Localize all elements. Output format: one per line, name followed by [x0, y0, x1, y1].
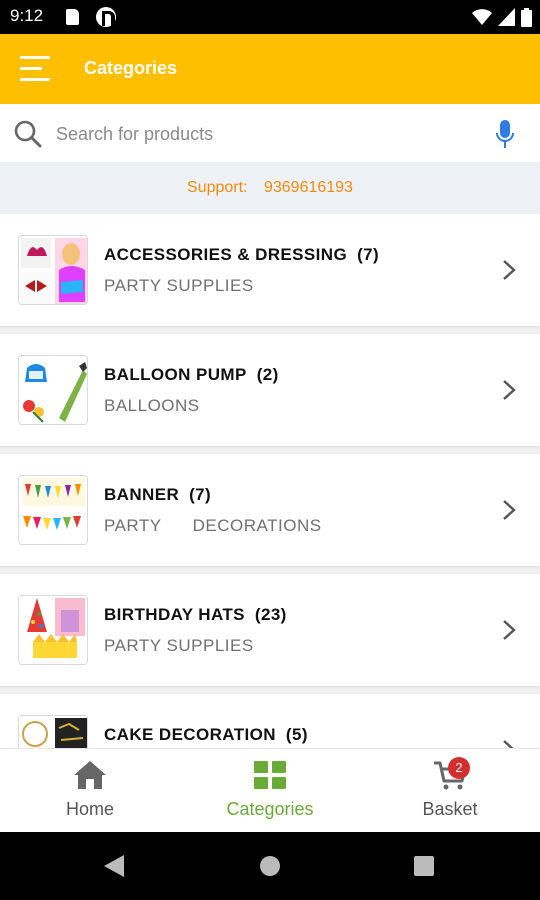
category-name: BALLOON PUMP: [104, 365, 247, 384]
category-count: (23): [254, 605, 287, 624]
chevron-right-icon: [503, 260, 516, 280]
category-subtitle: BALLOONS: [104, 396, 200, 415]
category-name-row: CAKE DECORATION (5): [104, 725, 308, 745]
nav-home[interactable]: Home: [0, 749, 180, 833]
system-navigation-bar: [0, 832, 540, 900]
category-name: BIRTHDAY HATS: [104, 605, 245, 624]
chevron-right-icon: [503, 500, 516, 520]
category-count: (2): [256, 365, 279, 384]
microphone-icon[interactable]: [494, 118, 516, 152]
category-count: (7): [189, 485, 212, 504]
category-subtitle: PARTY SUPPLIES: [104, 636, 254, 655]
support-bar: Support: 9369616193: [0, 162, 540, 214]
nav-basket[interactable]: 2 Basket: [360, 749, 540, 833]
wifi-icon: [472, 9, 492, 25]
nav-categories-label: Categories: [226, 799, 314, 819]
category-name: CAKE DECORATION: [104, 725, 276, 744]
battery-icon: [521, 7, 532, 27]
category-item-birthday-hats[interactable]: BIRTHDAY HATS (23) PARTY SUPPLIES: [0, 574, 540, 686]
support-phone[interactable]: 9369616193: [264, 179, 353, 196]
category-name-row: BALLOON PUMP (2): [104, 365, 279, 385]
category-name: BANNER: [104, 485, 180, 504]
hamburger-menu-icon[interactable]: [20, 56, 50, 82]
category-thumbnail: [18, 475, 88, 545]
category-subtitle: PARTY DECORATIONS: [104, 516, 322, 535]
grid-icon: [254, 761, 286, 789]
category-thumbnail: [18, 595, 88, 665]
nav-categories[interactable]: Categories: [180, 749, 360, 833]
category-name-row: ACCESSORIES & DRESSING (7): [104, 245, 379, 265]
category-thumbnail: [18, 355, 88, 425]
chevron-right-icon: [503, 620, 516, 640]
cart-badge: 2: [448, 757, 470, 779]
category-item-accessories-dressing[interactable]: ACCESSORIES & DRESSING (7) PARTY SUPPLIES: [0, 214, 540, 326]
category-subtitle: PARTY SUPPLIES: [104, 276, 254, 295]
category-item-balloon-pump[interactable]: BALLOON PUMP (2) BALLOONS: [0, 334, 540, 446]
category-thumbnail: [18, 235, 88, 305]
category-name-row: BANNER (7): [104, 485, 211, 505]
category-name: ACCESSORIES & DRESSING: [104, 245, 348, 264]
recents-icon[interactable]: [414, 856, 434, 876]
support-label: Support:: [187, 179, 248, 196]
system-icons: [472, 7, 532, 27]
category-name-row: BIRTHDAY HATS (23): [104, 605, 287, 625]
category-count: (5): [285, 725, 308, 744]
app-bar: Categories: [0, 34, 540, 104]
category-list: ACCESSORIES & DRESSING (7) PARTY SUPPLIES…: [0, 214, 540, 748]
chevron-right-icon: [503, 380, 516, 400]
back-icon[interactable]: [104, 855, 124, 877]
category-item-cake-decoration[interactable]: CAKE DECORATION (5): [0, 694, 540, 748]
sd-card-icon: [66, 9, 79, 25]
bottom-navigation: Home Categories 2 Basket: [0, 748, 540, 832]
search-input[interactable]: [56, 114, 476, 154]
search-icon[interactable]: [12, 118, 44, 150]
app-notification-icon: [96, 7, 116, 27]
page-title: Categories: [84, 58, 178, 78]
home-icon: [74, 761, 106, 789]
nav-basket-label: Basket: [422, 799, 478, 819]
category-thumbnail: [18, 715, 88, 748]
status-bar: 9:12: [0, 0, 540, 34]
nav-home-label: Home: [65, 799, 114, 819]
category-item-banner[interactable]: BANNER (7) PARTY DECORATIONS: [0, 454, 540, 566]
chevron-right-icon: [503, 740, 514, 748]
search-bar: [0, 104, 540, 162]
status-time: 9:12: [10, 6, 44, 25]
home-button-icon[interactable]: [260, 856, 280, 876]
signal-icon: [498, 8, 515, 26]
category-count: (7): [357, 245, 380, 264]
